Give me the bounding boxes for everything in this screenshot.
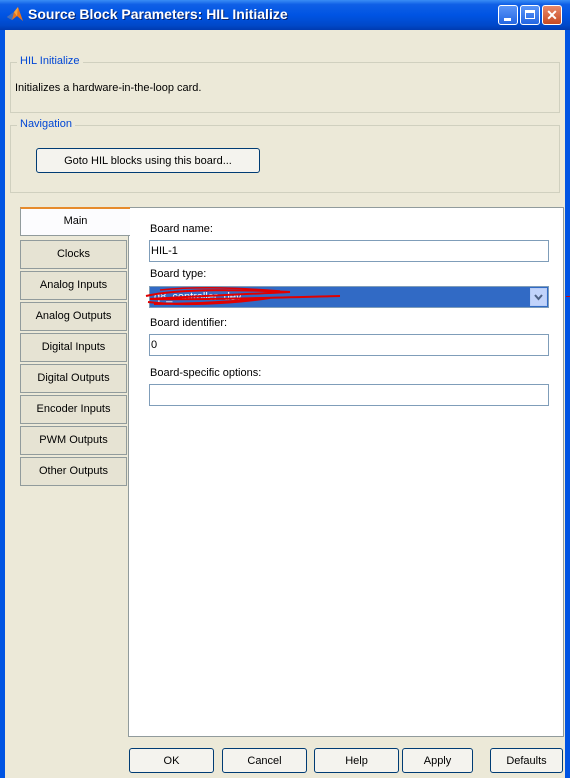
tab-digital-outputs[interactable]: Digital Outputs xyxy=(20,364,127,393)
title-bar[interactable]: Source Block Parameters: HIL Initialize … xyxy=(0,0,570,30)
close-button[interactable]: ✕ xyxy=(542,5,562,25)
cancel-button[interactable]: Cancel xyxy=(222,748,307,773)
tab-label: Encoder Inputs xyxy=(36,403,111,415)
tab-label: Other Outputs xyxy=(38,465,109,477)
close-icon: ✕ xyxy=(546,7,558,23)
tab-clocks[interactable]: Clocks xyxy=(20,240,127,269)
description-group-legend: HIL Initialize xyxy=(17,55,83,67)
tab-analog-outputs[interactable]: Analog Outputs xyxy=(20,302,127,331)
ok-button[interactable]: OK xyxy=(129,748,214,773)
board-options-label: Board-specific options: xyxy=(150,367,262,379)
tab-label: Main xyxy=(63,215,88,227)
tab-digital-inputs[interactable]: Digital Inputs xyxy=(20,333,127,362)
tab-label: Digital Inputs xyxy=(41,341,106,353)
matlab-logo-icon xyxy=(7,7,23,21)
window-frame-right xyxy=(565,30,570,778)
board-type-label: Board type: xyxy=(150,268,207,280)
tab-label: Digital Outputs xyxy=(37,372,110,384)
tab-encoder-inputs[interactable]: Encoder Inputs xyxy=(20,395,127,424)
navigation-group-legend: Navigation xyxy=(17,118,75,130)
tab-label: Analog Inputs xyxy=(39,279,108,291)
tab-pwm-outputs[interactable]: PWM Outputs xyxy=(20,426,127,455)
goto-hil-blocks-label: Goto HIL blocks using this board... xyxy=(64,154,232,167)
maximize-icon xyxy=(521,6,539,24)
chevron-down-icon xyxy=(534,294,543,301)
board-name-label: Board name: xyxy=(150,223,213,235)
red-mark xyxy=(566,296,570,297)
button-bar: OK Cancel Help Apply Defaults xyxy=(5,737,565,778)
tab-label: PWM Outputs xyxy=(39,434,108,446)
tab-main[interactable]: Main xyxy=(20,207,130,236)
window-title: Source Block Parameters: HIL Initialize xyxy=(28,6,288,22)
minimize-button[interactable] xyxy=(498,5,518,25)
apply-button[interactable]: Apply xyxy=(402,748,473,773)
board-name-field[interactable]: HIL-1 xyxy=(149,240,549,262)
help-button[interactable]: Help xyxy=(314,748,399,773)
tab-other-outputs[interactable]: Other Outputs xyxy=(20,457,127,486)
tab-analog-inputs[interactable]: Analog Inputs xyxy=(20,271,127,300)
minimize-icon xyxy=(499,6,517,24)
board-identifier-field[interactable]: 0 xyxy=(149,334,549,356)
defaults-label: Defaults xyxy=(506,754,547,767)
tab-label: Clocks xyxy=(56,248,90,260)
dialog-window: Source Block Parameters: HIL Initialize … xyxy=(0,0,570,778)
ok-label: OK xyxy=(163,754,180,767)
apply-label: Apply xyxy=(423,754,452,767)
board-options-field[interactable] xyxy=(149,384,549,406)
block-description: Initializes a hardware-in-the-loop card. xyxy=(15,82,202,94)
window-frame-left xyxy=(0,30,5,778)
defaults-button[interactable]: Defaults xyxy=(490,748,563,773)
cancel-label: Cancel xyxy=(247,754,282,767)
tab-label: Analog Outputs xyxy=(35,310,112,322)
dropdown-arrow-button[interactable] xyxy=(530,288,547,306)
goto-hil-blocks-button[interactable]: Goto HIL blocks using this board... xyxy=(36,148,260,173)
red-scribble-redaction xyxy=(145,287,341,306)
board-identifier-label: Board identifier: xyxy=(150,317,228,329)
maximize-button[interactable] xyxy=(520,5,540,25)
help-label: Help xyxy=(345,754,368,767)
